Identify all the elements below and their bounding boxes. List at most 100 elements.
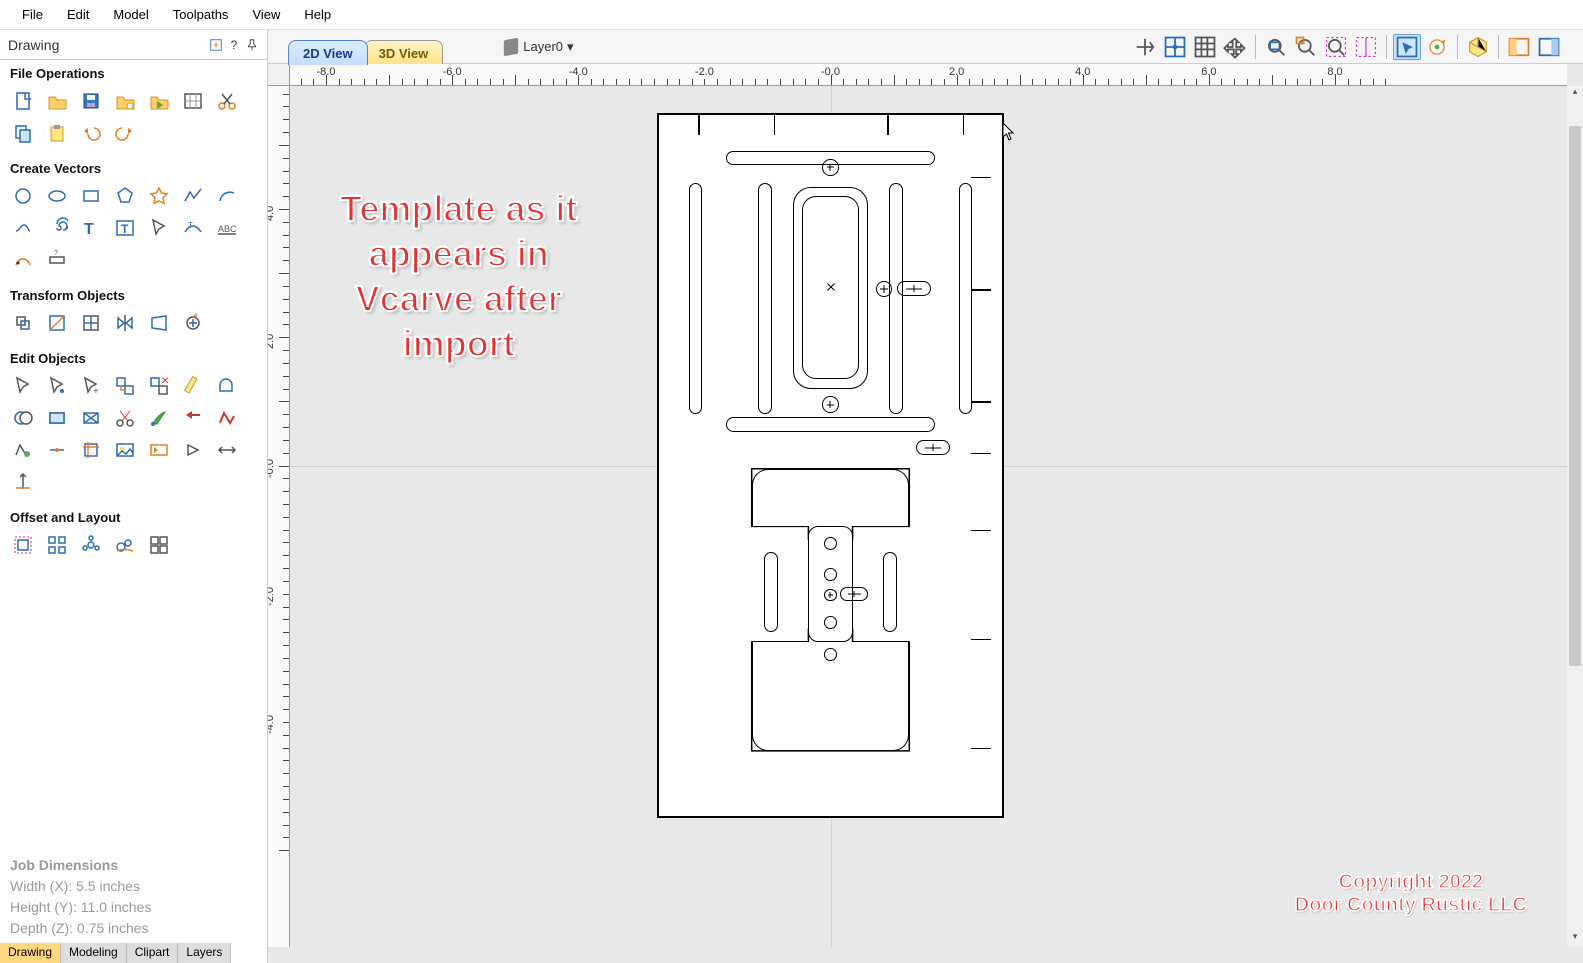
measure-button[interactable] — [177, 371, 209, 401]
nest-button[interactable] — [109, 530, 141, 560]
node-edit-button[interactable] — [41, 371, 73, 401]
s-curve-button[interactable] — [7, 213, 39, 243]
offset-out-button[interactable] — [177, 435, 209, 465]
rotate-button[interactable] — [177, 308, 209, 338]
panel-pin-icon[interactable] — [245, 38, 259, 52]
menu-model[interactable]: Model — [101, 1, 160, 28]
ungroup-button[interactable]: ✕ — [143, 371, 175, 401]
polygon-button[interactable] — [109, 181, 141, 211]
select-mode-button[interactable] — [1393, 34, 1421, 60]
scroll-down-icon[interactable]: ▾ — [1567, 931, 1583, 947]
copy-button[interactable] — [7, 118, 39, 148]
menu-view[interactable]: View — [240, 1, 292, 28]
bool-sub-button[interactable] — [7, 403, 39, 433]
mirror-button[interactable] — [109, 308, 141, 338]
join-button[interactable] — [41, 435, 73, 465]
scale-button[interactable] — [41, 308, 73, 338]
menu-file[interactable]: File — [10, 1, 55, 28]
distort-button[interactable] — [143, 308, 175, 338]
star-button[interactable] — [143, 181, 175, 211]
snap-grid-button[interactable] — [1161, 34, 1189, 60]
ruler-v-label: -0.0 — [268, 459, 276, 478]
brush-button[interactable] — [143, 403, 175, 433]
bool-union-button[interactable] — [211, 371, 243, 401]
viewport-2d[interactable]: Template as it appears in Vcarve after i… — [290, 86, 1567, 947]
3d-view-button[interactable] — [1464, 34, 1492, 60]
tab-2d-view[interactable]: 2D View — [288, 40, 368, 65]
redo-button[interactable] — [109, 118, 141, 148]
polyline-button[interactable] — [177, 181, 209, 211]
arc-button[interactable] — [211, 181, 243, 211]
ruler-h-label: -2.0 — [695, 66, 714, 78]
undo-button[interactable] — [75, 118, 107, 148]
zoom-fit-button[interactable] — [1262, 34, 1290, 60]
smooth-button[interactable] — [211, 403, 243, 433]
open-folder-button[interactable] — [41, 86, 73, 116]
layer-selector[interactable]: Layer0 ▾ — [503, 39, 573, 55]
tab-3d-view[interactable]: 3D View — [364, 40, 444, 65]
tab-clipart[interactable]: Clipart — [127, 943, 179, 963]
ruler-vertical[interactable]: 4.02.0-0.0-2.0-4.0 — [268, 86, 290, 947]
center-button[interactable] — [75, 308, 107, 338]
scroll-thumb[interactable] — [1569, 126, 1581, 666]
circle-button[interactable] — [7, 181, 39, 211]
pan-button[interactable] — [1221, 34, 1249, 60]
text-on-curve-button[interactable]: T — [177, 213, 209, 243]
rectangle-button[interactable] — [75, 181, 107, 211]
move-button[interactable] — [7, 308, 39, 338]
import-button[interactable] — [177, 86, 209, 116]
paste-button[interactable] — [41, 118, 73, 148]
node-add-button[interactable]: + — [75, 371, 107, 401]
save-disk-button[interactable] — [75, 86, 107, 116]
panel-switch-icon[interactable] — [209, 38, 223, 52]
offset-button[interactable] — [7, 530, 39, 560]
scissors-button[interactable] — [109, 403, 141, 433]
open-recent-button[interactable] — [109, 86, 141, 116]
dimension-button[interactable]: ? — [41, 245, 73, 275]
reverse-button[interactable] — [177, 403, 209, 433]
text-button[interactable]: T — [75, 213, 107, 243]
select-button[interactable] — [7, 371, 39, 401]
layout-1-button[interactable] — [1505, 34, 1533, 60]
menu-help[interactable]: Help — [292, 1, 343, 28]
play-file-button[interactable] — [143, 86, 175, 116]
bool-xor-button[interactable] — [75, 403, 107, 433]
crop-button[interactable] — [75, 435, 107, 465]
rotate-view-button[interactable] — [1423, 34, 1451, 60]
trace-button[interactable] — [7, 245, 39, 275]
new-file-button[interactable] — [7, 86, 39, 116]
menu-edit[interactable]: Edit — [55, 1, 101, 28]
offset-in-button[interactable] — [143, 435, 175, 465]
abc-button[interactable]: ABC — [211, 213, 243, 243]
group-button[interactable] — [109, 371, 141, 401]
circular-button[interactable] — [75, 530, 107, 560]
scrollbar-vertical[interactable]: ▴ ▾ — [1567, 86, 1583, 947]
tab-layers[interactable]: Layers — [178, 943, 231, 963]
ellipse-button[interactable] — [41, 181, 73, 211]
bool-int-button[interactable] — [41, 403, 73, 433]
toggle-origin-button[interactable] — [1131, 34, 1159, 60]
ruler-v-label: 4.0 — [268, 206, 276, 221]
cut-button[interactable] — [211, 86, 243, 116]
image-button[interactable] — [109, 435, 141, 465]
scroll-up-icon[interactable]: ▴ — [1567, 86, 1583, 102]
offset-both-button[interactable] — [211, 435, 243, 465]
tab-drawing[interactable]: Drawing — [0, 943, 61, 963]
zoom-sel-button[interactable] — [1322, 34, 1350, 60]
menu-toolpaths[interactable]: Toolpaths — [161, 1, 241, 28]
guides-button[interactable] — [1352, 34, 1380, 60]
close-button[interactable] — [7, 435, 39, 465]
text-box-button[interactable]: T — [109, 213, 141, 243]
plate-button[interactable] — [143, 530, 175, 560]
pick-button[interactable] — [143, 213, 175, 243]
layout-2-button[interactable] — [1535, 34, 1563, 60]
section-transform: Transform Objects — [0, 282, 267, 305]
ruler-horizontal[interactable]: -8.0-6.0-4.0-2.0-0.02.04.06.08.0 — [290, 64, 1567, 86]
zoom-window-button[interactable] — [1292, 34, 1320, 60]
spiral-button[interactable] — [41, 213, 73, 243]
offset-last-button[interactable] — [7, 467, 39, 497]
array-button[interactable] — [41, 530, 73, 560]
tab-modeling[interactable]: Modeling — [61, 943, 127, 963]
show-grid-button[interactable] — [1191, 34, 1219, 60]
panel-help-icon[interactable]: ? — [227, 38, 241, 52]
